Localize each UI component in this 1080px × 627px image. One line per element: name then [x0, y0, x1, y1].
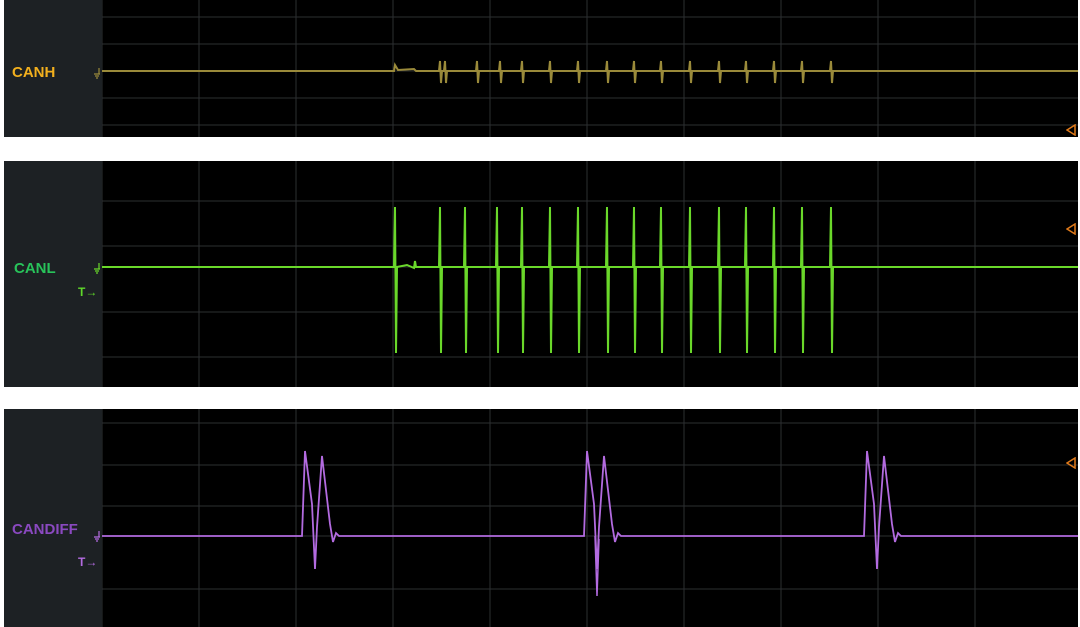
waveform-plot-canh[interactable] [102, 0, 1078, 137]
channel-label-candiff[interactable]: CANDIFF [12, 521, 78, 538]
channel-panel-canh: CANH [4, 0, 1078, 137]
waveform-trace [102, 60, 1078, 84]
trigger-marker-canl[interactable]: T→ [78, 285, 97, 299]
offset-marker-icon[interactable] [1066, 223, 1076, 235]
waveform-plot-canl[interactable] [102, 161, 1078, 387]
offset-marker-icon[interactable] [1066, 124, 1076, 136]
ground-reference-icon[interactable] [92, 66, 102, 80]
offset-marker-icon[interactable] [1066, 457, 1076, 469]
channel-panel-canl: CANL T→ [4, 161, 1078, 387]
channel-panel-candiff: CANDIFF T→ [4, 409, 1078, 627]
grid [102, 409, 1078, 627]
channel-sidebar-canh: CANH [4, 0, 102, 137]
grid [102, 161, 1078, 387]
channel-label-canh[interactable]: CANH [12, 64, 55, 81]
waveform-trace [102, 450, 1078, 570]
trigger-marker-candiff[interactable]: T→ [78, 555, 97, 569]
waveform-trace [102, 206, 1078, 354]
ground-reference-icon[interactable] [92, 261, 102, 275]
channel-sidebar-candiff: CANDIFF T→ [4, 409, 102, 627]
waveform-plot-candiff[interactable] [102, 409, 1078, 627]
ground-reference-icon[interactable] [92, 529, 102, 543]
grid [102, 0, 1078, 137]
channel-sidebar-canl: CANL T→ [4, 161, 102, 387]
channel-label-canl[interactable]: CANL [14, 260, 56, 277]
